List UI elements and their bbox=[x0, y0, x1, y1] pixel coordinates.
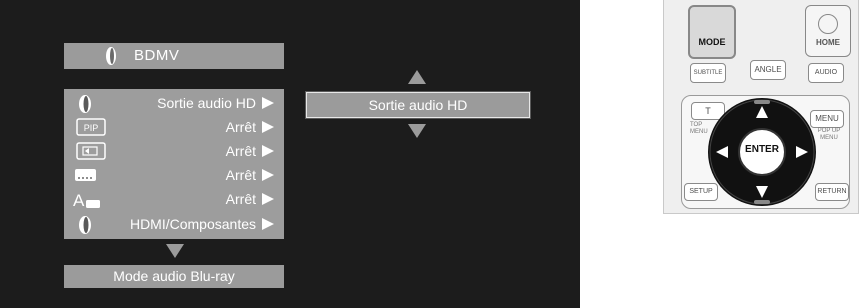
right-arrow-icon bbox=[262, 218, 274, 230]
mode-button[interactable]: MODE bbox=[688, 5, 736, 59]
osd-settings-menu: Sortie audio HD PIP Arrêt Arrêt Arrêt A … bbox=[64, 89, 284, 239]
right-arrow-icon bbox=[262, 193, 274, 205]
svg-text:PIP: PIP bbox=[84, 123, 99, 133]
home-icon bbox=[818, 14, 838, 34]
osd-footer-label: Mode audio Blu-ray bbox=[113, 268, 235, 284]
osd-title: BDMV bbox=[134, 47, 180, 64]
subtitle-button[interactable]: SUBTITLE bbox=[690, 63, 726, 83]
option-selector[interactable]: Sortie audio HD bbox=[306, 92, 530, 118]
right-arrow-icon bbox=[262, 97, 274, 109]
audio-button[interactable]: AUDIO bbox=[808, 63, 844, 83]
angle-button[interactable]: ANGLE bbox=[750, 60, 786, 80]
setup-button[interactable]: SETUP bbox=[684, 183, 718, 201]
option-down-arrow-icon[interactable] bbox=[408, 124, 426, 138]
right-arrow-icon bbox=[262, 121, 274, 133]
menu-row-subtitle-style[interactable]: A Arrêt bbox=[64, 188, 284, 210]
menu-row-label: Arrêt bbox=[225, 167, 256, 183]
speaker-icon bbox=[106, 47, 116, 65]
menu-row-label: Arrêt bbox=[225, 143, 256, 159]
menu-row-subtitle[interactable]: Arrêt bbox=[64, 164, 284, 186]
popup-menu-caption: POP UP MENU bbox=[817, 128, 841, 141]
tv-screen: BDMV Sortie audio HD PIP Arrêt Arrêt Arr… bbox=[0, 0, 580, 308]
svg-text:A: A bbox=[73, 191, 85, 210]
osd-footer-bar: Mode audio Blu-ray bbox=[64, 265, 284, 288]
menu-row-label: HDMI/Composantes bbox=[129, 216, 256, 232]
subtitle-style-icon: A bbox=[73, 191, 100, 210]
secondary-audio-icon bbox=[76, 142, 106, 160]
subtitle-icon bbox=[75, 169, 96, 181]
speaker-icon bbox=[79, 95, 91, 113]
option-selected-value: Sortie audio HD bbox=[368, 97, 468, 113]
option-up-arrow-icon[interactable] bbox=[408, 70, 426, 84]
menu-row-hdmi-component[interactable]: HDMI/Composantes bbox=[64, 213, 284, 235]
scroll-down-arrow-icon[interactable] bbox=[166, 244, 184, 258]
return-button[interactable]: RETURN bbox=[815, 183, 849, 201]
home-button[interactable]: HOME bbox=[805, 5, 851, 57]
enter-button[interactable]: ENTER bbox=[739, 144, 785, 155]
menu-row-label: Arrêt bbox=[225, 191, 256, 207]
right-arrow-icon bbox=[262, 169, 274, 181]
menu-row-label: Arrêt bbox=[225, 119, 256, 135]
menu-row-secondary-audio[interactable]: Arrêt bbox=[64, 140, 284, 162]
right-arrow-icon bbox=[262, 145, 274, 157]
speaker-icon bbox=[79, 216, 91, 234]
pip-icon: PIP bbox=[76, 118, 106, 136]
menu-row-label: Sortie audio HD bbox=[157, 95, 256, 111]
remote-control: MODE HOME SUBTITLE ANGLE AUDIO T TOP MEN… bbox=[663, 0, 859, 214]
menu-row-pip[interactable]: PIP Arrêt bbox=[64, 116, 284, 138]
osd-title-bar: BDMV bbox=[64, 43, 284, 69]
menu-row-hd-audio-output[interactable]: Sortie audio HD bbox=[64, 92, 284, 114]
